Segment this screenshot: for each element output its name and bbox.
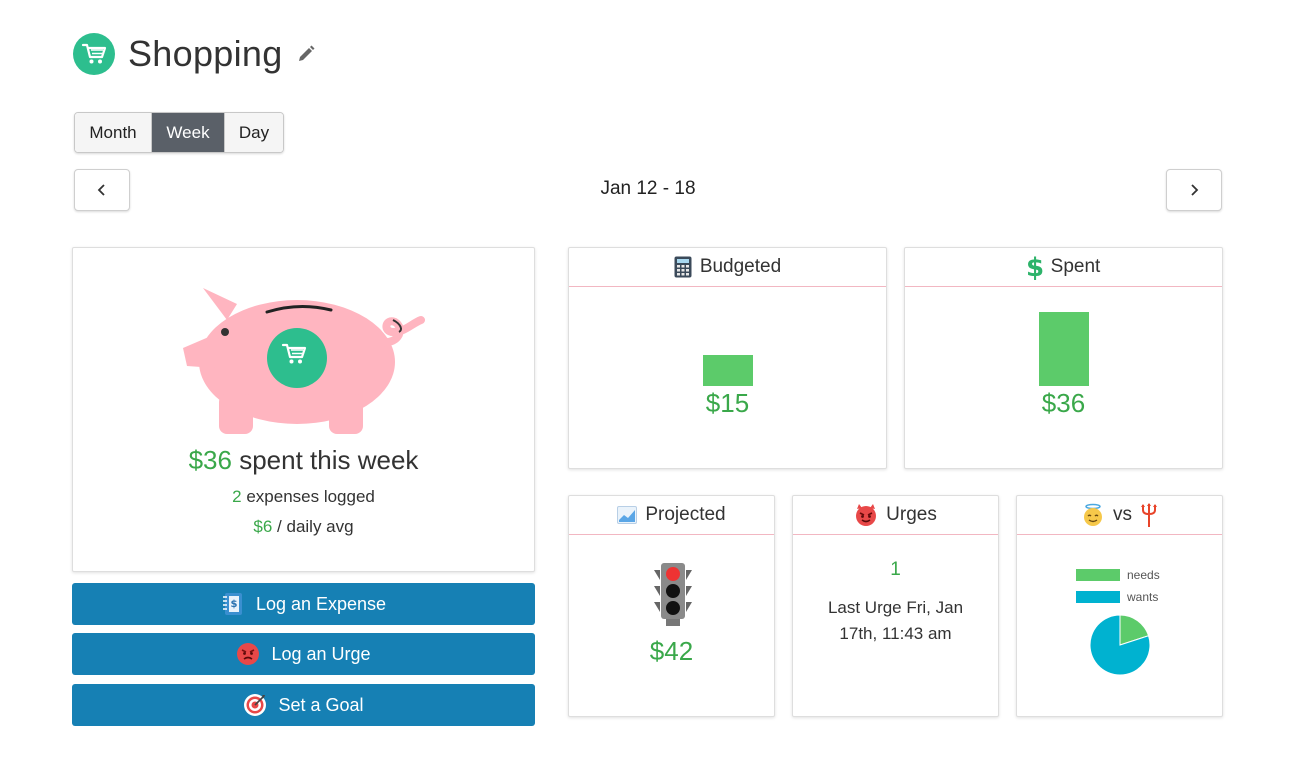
log-expense-label: Log an Expense bbox=[255, 593, 387, 614]
needs-vs-wants-header: vs bbox=[1017, 496, 1222, 535]
spent-text: spent this week bbox=[239, 445, 419, 475]
spent-value: $36 bbox=[1041, 388, 1086, 418]
svg-text:$: $ bbox=[1027, 254, 1043, 280]
projected-title: Projected bbox=[645, 504, 726, 525]
chevron-left-icon bbox=[97, 184, 105, 196]
log-urge-label: Log an Urge bbox=[271, 643, 371, 664]
calculator-icon bbox=[674, 256, 692, 278]
daily-avg-line: $6 / daily avg bbox=[73, 517, 534, 537]
spent-title: Spent bbox=[1050, 256, 1101, 277]
urges-header: Urges bbox=[793, 496, 998, 535]
spent-panel: $ Spent $36 bbox=[904, 247, 1223, 469]
budgeted-value: $15 bbox=[705, 388, 750, 418]
daily-avg-amount: $6 bbox=[253, 517, 273, 536]
pencil-icon[interactable] bbox=[295, 43, 317, 65]
page-header: Shopping bbox=[73, 33, 317, 75]
legend-swatch-wants bbox=[1076, 591, 1120, 603]
log-expense-button[interactable]: $ Log an Expense bbox=[72, 583, 535, 625]
tab-day[interactable]: Day bbox=[225, 113, 283, 152]
next-period-button[interactable] bbox=[1166, 169, 1222, 211]
trident-icon bbox=[1140, 503, 1158, 527]
target-icon bbox=[243, 693, 267, 717]
chart-icon bbox=[617, 506, 638, 524]
set-goal-label: Set a Goal bbox=[278, 694, 364, 715]
projected-panel: Projected $42 bbox=[568, 495, 775, 717]
vs-label: vs bbox=[1113, 504, 1132, 525]
last-urge-text: Last Urge Fri, Jan 17th, 11:43 am bbox=[827, 598, 964, 643]
urge-count: 1 bbox=[890, 559, 901, 580]
expense-count-line: 2 expenses logged bbox=[73, 487, 534, 507]
budgeted-header: Budgeted bbox=[569, 248, 886, 287]
legend-label-wants: wants bbox=[1127, 590, 1159, 604]
budgeted-bar bbox=[703, 355, 753, 386]
page-title: Shopping bbox=[128, 33, 283, 74]
budgeted-title: Budgeted bbox=[699, 256, 782, 277]
expense-count: 2 bbox=[232, 487, 242, 506]
log-urge-button[interactable]: Log an Urge bbox=[72, 633, 535, 675]
piggy-bank-illustration bbox=[183, 288, 425, 434]
legend-needs: needs bbox=[1076, 568, 1160, 582]
daily-avg-text: / daily avg bbox=[277, 517, 354, 536]
needs-vs-wants-panel: vs needs wants bbox=[1016, 495, 1223, 717]
projected-header: Projected bbox=[569, 496, 774, 535]
dollar-sign-icon: $ bbox=[1027, 254, 1043, 280]
legend-label-needs: needs bbox=[1127, 568, 1160, 582]
svg-text:$: $ bbox=[230, 599, 237, 610]
summary-card: $36 spent this week 2 expenses logged $6… bbox=[72, 247, 535, 572]
view-period-toggle: Month Week Day bbox=[74, 112, 284, 153]
chevron-right-icon bbox=[1191, 184, 1199, 196]
spent-amount: $36 bbox=[188, 445, 232, 475]
spent-bar bbox=[1039, 312, 1089, 386]
set-goal-button[interactable]: Set a Goal bbox=[72, 684, 535, 726]
tab-month[interactable]: Month bbox=[75, 113, 152, 152]
angel-face-icon bbox=[1081, 503, 1105, 527]
legend-swatch-needs bbox=[1076, 569, 1120, 581]
spent-header: $ Spent bbox=[905, 248, 1222, 287]
budgeted-panel: Budgeted $15 bbox=[568, 247, 887, 469]
devil-face-icon bbox=[854, 503, 878, 527]
spent-summary: $36 spent this week bbox=[73, 445, 534, 476]
urges-title: Urges bbox=[886, 504, 937, 525]
traffic-light-icon bbox=[654, 563, 692, 626]
legend-wants: wants bbox=[1076, 590, 1158, 604]
tab-week[interactable]: Week bbox=[152, 113, 225, 152]
red-face-icon bbox=[236, 642, 260, 666]
ledger-icon: $ bbox=[221, 592, 245, 616]
urges-panel: Urges 1 Last Urge Fri, Jan 17th, 11:43 a… bbox=[792, 495, 999, 717]
needs-wants-pie-chart bbox=[1089, 614, 1151, 676]
projected-value: $42 bbox=[649, 636, 694, 666]
shopping-cart-icon bbox=[73, 33, 115, 75]
prev-period-button[interactable] bbox=[74, 169, 130, 211]
date-range-label: Jan 12 - 18 bbox=[600, 178, 696, 199]
expense-count-text: expenses logged bbox=[246, 487, 375, 506]
